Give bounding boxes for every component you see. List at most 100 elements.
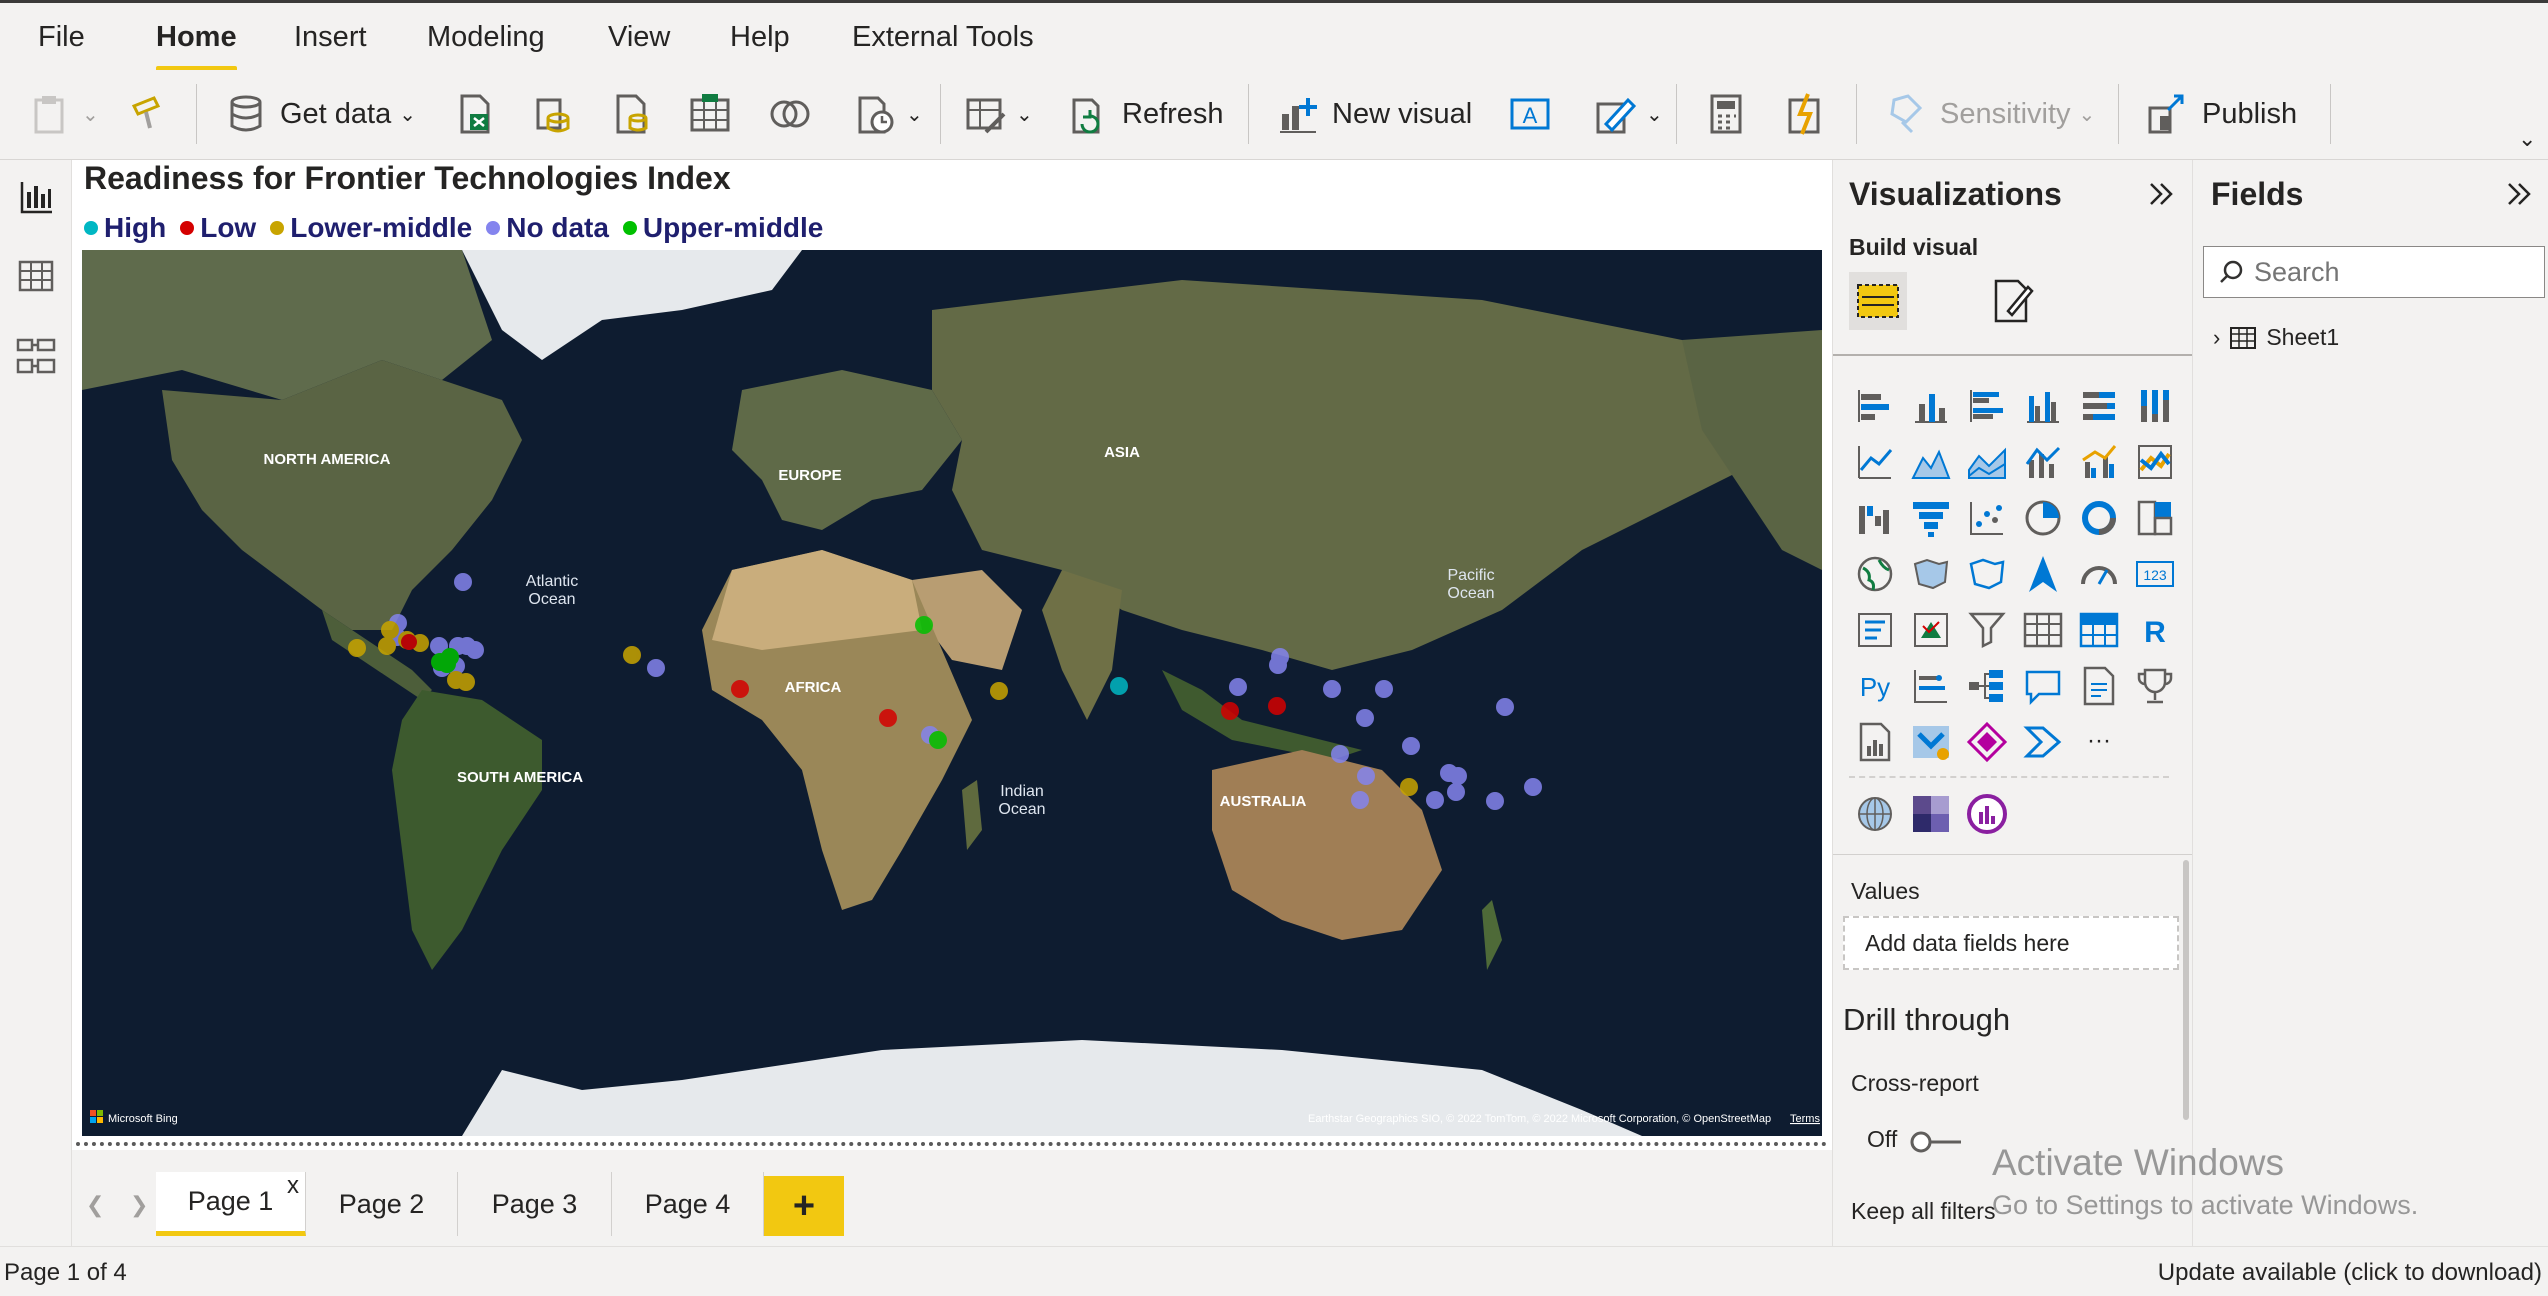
legend-item-low[interactable]: Low: [180, 212, 256, 244]
menu-view[interactable]: View: [608, 21, 670, 54]
publish-button[interactable]: Publish: [2146, 88, 2297, 140]
map-point-low[interactable]: [1268, 697, 1286, 715]
matrix-icon[interactable]: [2077, 608, 2121, 652]
100-stacked-bar-chart-icon[interactable]: [2077, 384, 2121, 428]
map-point-low[interactable]: [401, 634, 417, 650]
pane-scrollbar[interactable]: [2183, 860, 2189, 1120]
dataverse-button[interactable]: [768, 88, 812, 140]
funnel-chart-icon[interactable]: [1909, 496, 1953, 540]
map-point-no-data[interactable]: [1447, 783, 1465, 801]
map-point-lower-middle[interactable]: [1400, 778, 1418, 796]
ribbon-chart-icon[interactable]: [2133, 440, 2177, 484]
power-apps-icon[interactable]: [1965, 720, 2009, 764]
menu-external-tools[interactable]: External Tools: [852, 21, 1034, 54]
stacked-bar-chart-icon[interactable]: [1853, 384, 1897, 428]
globe-map-icon[interactable]: [1853, 792, 1897, 836]
slicer-icon[interactable]: [1965, 608, 2009, 652]
map-point-no-data[interactable]: [1375, 680, 1393, 698]
map-point-no-data[interactable]: [1486, 792, 1504, 810]
map-point-no-data[interactable]: [1524, 778, 1542, 796]
map-point-no-data[interactable]: [1356, 709, 1374, 727]
pie-chart-icon[interactable]: [2021, 496, 2065, 540]
build-visual-tab[interactable]: [1849, 272, 1907, 330]
map-point-no-data[interactable]: [1402, 737, 1420, 755]
prev-page-icon[interactable]: ❮: [86, 1192, 104, 1218]
table-sheet1[interactable]: › Sheet1: [2213, 324, 2339, 351]
map-point-lower-middle[interactable]: [623, 646, 641, 664]
shape-map-icon[interactable]: [1965, 552, 2009, 596]
key-influencers-icon[interactable]: [1909, 664, 1953, 708]
terms-link[interactable]: Terms: [1790, 1113, 1820, 1125]
menu-file[interactable]: File: [38, 21, 85, 54]
page-tab-2[interactable]: Page 2: [306, 1172, 458, 1236]
map-point-upper-middle[interactable]: [929, 731, 947, 749]
map-point-no-data[interactable]: [1351, 791, 1369, 809]
menu-modeling[interactable]: Modeling: [427, 21, 545, 54]
line-chart-icon[interactable]: [1853, 440, 1897, 484]
get-data-button[interactable]: Get data ⌄: [224, 88, 416, 140]
map-point-no-data[interactable]: [1229, 678, 1247, 696]
multi-row-card-icon[interactable]: [1853, 608, 1897, 652]
map-point-no-data[interactable]: [1449, 767, 1467, 785]
collapse-pane-icon[interactable]: [2145, 178, 2177, 210]
legend-item-high[interactable]: High: [84, 212, 166, 244]
more-options-icon[interactable]: ···: [2077, 720, 2121, 764]
sensitivity-button[interactable]: Sensitivity ⌄: [1884, 88, 2095, 140]
map-point-no-data[interactable]: [1496, 698, 1514, 716]
map-point-upper-middle[interactable]: [915, 616, 933, 634]
python-visual-icon[interactable]: Py: [1853, 664, 1897, 708]
line-and-stacked-column-icon[interactable]: [2021, 440, 2065, 484]
scatter-chart-icon[interactable]: [1965, 496, 2009, 540]
text-box-button[interactable]: A: [1508, 88, 1552, 140]
map-point-lower-middle[interactable]: [990, 682, 1008, 700]
add-page-button[interactable]: +: [764, 1176, 844, 1236]
transform-data-button[interactable]: ⌄: [964, 88, 1033, 140]
model-view-icon[interactable]: [14, 334, 58, 378]
format-visual-tab[interactable]: [1983, 272, 2041, 330]
table-visual-icon[interactable]: [2021, 608, 2065, 652]
search-input[interactable]: [2254, 256, 2524, 288]
card-icon[interactable]: 123: [2133, 552, 2177, 596]
cross-report-toggle[interactable]: [1909, 1130, 1965, 1154]
close-icon[interactable]: x: [287, 1172, 299, 1200]
gauge-icon[interactable]: [2077, 552, 2121, 596]
report-view-icon[interactable]: [14, 174, 58, 218]
excel-button[interactable]: [452, 88, 496, 140]
map-point-lower-middle[interactable]: [381, 621, 399, 639]
paste-button[interactable]: ⌄: [30, 88, 99, 140]
filled-map-icon[interactable]: [1909, 552, 1953, 596]
map-point-lower-middle[interactable]: [457, 673, 475, 691]
area-chart-icon[interactable]: [1909, 440, 1953, 484]
stacked-column-chart-icon[interactable]: [1909, 384, 1953, 428]
map-point-no-data[interactable]: [1269, 656, 1287, 674]
map-point-no-data[interactable]: [647, 659, 665, 677]
legend-item-upper-middle[interactable]: Upper-middle: [622, 212, 823, 244]
map-point-no-data[interactable]: [466, 641, 484, 659]
next-page-icon[interactable]: ❯: [130, 1192, 148, 1218]
line-and-clustered-column-icon[interactable]: [2077, 440, 2121, 484]
values-field-well[interactable]: Add data fields here: [1843, 916, 2179, 970]
map-point-no-data[interactable]: [1426, 791, 1444, 809]
menu-home[interactable]: Home: [156, 21, 237, 72]
dataset-hub-button[interactable]: [530, 88, 574, 140]
data-view-icon[interactable]: [14, 254, 58, 298]
map-point-low[interactable]: [1221, 702, 1239, 720]
goals-icon[interactable]: [2133, 664, 2177, 708]
page-tab-1[interactable]: Page 1 x: [156, 1172, 306, 1236]
custom-visual-heatmap-icon[interactable]: [1909, 792, 1953, 836]
power-automate-icon[interactable]: [1909, 720, 1953, 764]
donut-chart-icon[interactable]: [2077, 496, 2121, 540]
map-point-low[interactable]: [879, 709, 897, 727]
map-point-no-data[interactable]: [1357, 767, 1375, 785]
legend-item-no-data[interactable]: No data: [486, 212, 609, 244]
format-painter-button[interactable]: [124, 88, 168, 140]
map-point-lower-middle[interactable]: [378, 637, 396, 655]
map-point-lower-middle[interactable]: [348, 639, 366, 657]
ribbon-collapse-icon[interactable]: ⌄: [2518, 126, 2536, 152]
qa-icon[interactable]: [2021, 664, 2065, 708]
collapse-pane-icon[interactable]: [2503, 178, 2535, 210]
map-visual[interactable]: NORTH AMERICA SOUTH AMERICA EUROPE AFRIC…: [82, 250, 1822, 1136]
power-automate-flow-icon[interactable]: [2021, 720, 2065, 764]
100-stacked-column-chart-icon[interactable]: [2133, 384, 2177, 428]
r-visual-icon[interactable]: R: [2133, 608, 2177, 652]
